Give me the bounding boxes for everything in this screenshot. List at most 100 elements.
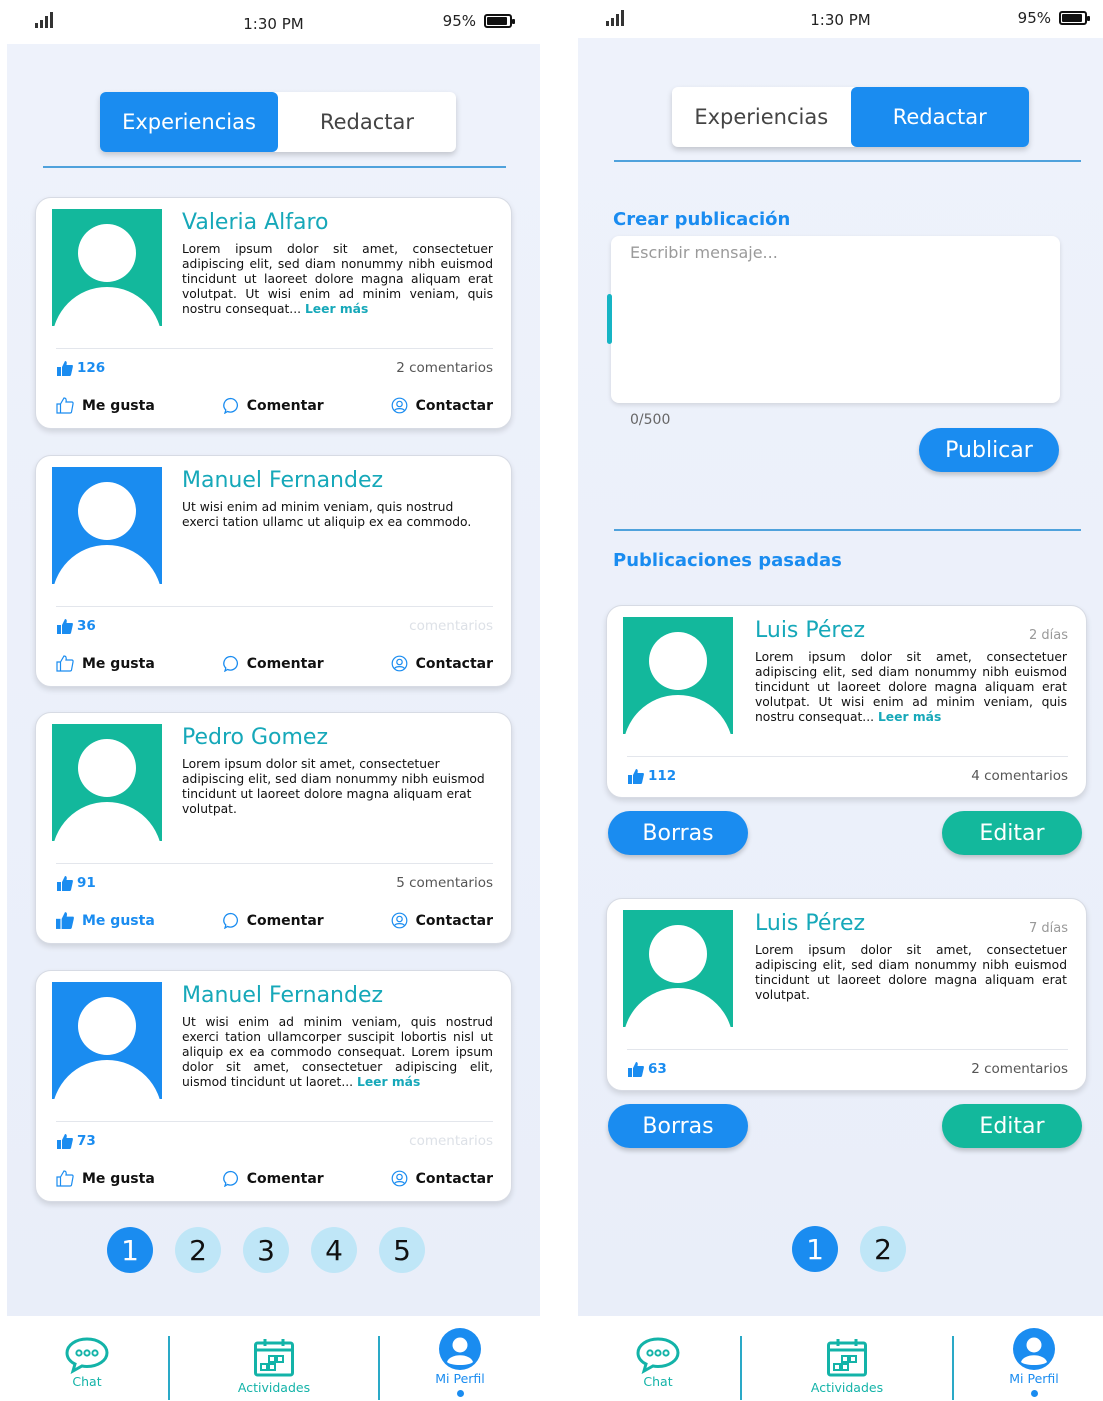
read-more-link[interactable]: Leer más (878, 710, 941, 724)
like-count: 126 (57, 360, 105, 376)
post-age: 2 días (1028, 628, 1068, 643)
like-button[interactable]: Me gusta (56, 397, 155, 414)
page-button[interactable]: 2 (860, 1226, 906, 1272)
chat-bubble-icon (636, 1337, 680, 1374)
comment-button[interactable]: Comentar (222, 397, 324, 414)
text-cursor (607, 294, 612, 344)
page-button[interactable]: 1 (792, 1226, 838, 1272)
page-button[interactable]: 5 (379, 1227, 425, 1273)
user-circle-icon (391, 912, 408, 929)
tab-redactar[interactable]: Redactar (278, 92, 456, 152)
main-content: Experiencias Redactar Valeria Alfaro Lor… (7, 44, 540, 1316)
past-post-card: Luis Pérez 7 días Lorem ipsum dolor sit … (606, 898, 1087, 1091)
like-button[interactable]: Me gusta (56, 655, 155, 672)
tab-redactar[interactable]: Redactar (850, 87, 1029, 147)
post-author: Manuel Fernandez (182, 983, 384, 1008)
like-count: 91 (57, 875, 96, 891)
tab-experiencias[interactable]: Experiencias (672, 87, 851, 147)
nav-profile-label: Mi Perfil (1009, 1371, 1059, 1386)
post-card: Valeria Alfaro Lorem ipsum dolor sit ame… (35, 197, 512, 429)
main-content: Experiencias Redactar Crear publicación … (578, 38, 1103, 1316)
nav-activities-label: Actividades (810, 1380, 884, 1395)
thumbs-up-icon (628, 768, 644, 784)
nav-activities[interactable]: Actividades (229, 1337, 319, 1395)
contact-button[interactable]: Contactar (391, 912, 493, 929)
nav-activities-label: Actividades (237, 1380, 311, 1395)
page-button[interactable]: 2 (175, 1227, 221, 1273)
comment-bubble-icon (222, 397, 238, 414)
char-counter: 0/500 (630, 412, 671, 428)
comment-bubble-icon (222, 1170, 238, 1187)
active-indicator (1030, 1390, 1038, 1397)
divider (614, 160, 1081, 162)
thumbs-up-icon (57, 1133, 73, 1149)
post-author: Manuel Fernandez (182, 468, 384, 493)
post-text: Lorem ipsum dolor sit amet, consectetuer… (182, 757, 485, 816)
like-count: 112 (628, 768, 676, 784)
past-posts-title: Publicaciones pasadas (613, 550, 842, 571)
publish-button[interactable]: Publicar (919, 428, 1059, 472)
divider (43, 166, 506, 168)
page-button[interactable]: 3 (243, 1227, 289, 1273)
comment-count: 2 comentarios (971, 1061, 1068, 1077)
thumbs-up-icon (57, 618, 73, 634)
thumbs-up-icon (57, 875, 73, 891)
thumbs-up-icon (628, 1061, 644, 1077)
nav-profile[interactable]: Mi Perfil (994, 1328, 1074, 1397)
calendar-icon (827, 1339, 867, 1377)
comment-button[interactable]: Comentar (222, 655, 324, 672)
user-circle-icon (391, 1170, 408, 1187)
nav-chat[interactable]: Chat (57, 1336, 117, 1389)
edit-button[interactable]: Editar (942, 1104, 1082, 1148)
comment-bubble-icon (222, 655, 238, 672)
user-circle-icon (391, 655, 408, 672)
active-indicator (456, 1390, 464, 1397)
edit-button[interactable]: Editar (942, 811, 1082, 855)
comment-count: 4 comentarios (971, 768, 1068, 784)
avatar (623, 910, 733, 1027)
post-author: Pedro Gomez (182, 725, 329, 750)
comment-bubble-icon (222, 912, 238, 929)
user-circle-icon (391, 397, 408, 414)
profile-avatar-icon (1013, 1328, 1055, 1370)
delete-button[interactable]: Borras (608, 811, 748, 855)
comment-button[interactable]: Comentar (222, 912, 324, 929)
like-count: 36 (57, 618, 96, 634)
comment-button[interactable]: Comentar (222, 1170, 324, 1187)
thumbs-up-outline-icon (56, 1170, 74, 1187)
battery-percent: 95% (442, 12, 476, 30)
page-button[interactable]: 4 (311, 1227, 357, 1273)
avatar (52, 724, 162, 841)
nav-chat[interactable]: Chat (628, 1336, 688, 1389)
nav-chat-label: Chat (72, 1374, 102, 1389)
calendar-icon (254, 1339, 294, 1377)
read-more-link[interactable]: Leer más (305, 302, 368, 316)
contact-button[interactable]: Contactar (391, 655, 493, 672)
page-button[interactable]: 1 (107, 1227, 153, 1273)
nav-profile-label: Mi Perfil (435, 1371, 485, 1386)
tab-experiencias[interactable]: Experiencias (100, 92, 278, 152)
post-text: Lorem ipsum dolor sit amet, consectetuer… (182, 242, 493, 316)
like-button[interactable]: Me gusta (56, 1170, 155, 1187)
thumbs-up-outline-icon (56, 655, 74, 672)
post-age: 7 días (1028, 921, 1068, 936)
chat-bubble-icon (65, 1337, 109, 1374)
contact-button[interactable]: Contactar (391, 1170, 493, 1187)
nav-chat-label: Chat (643, 1374, 673, 1389)
nav-activities[interactable]: Actividades (802, 1337, 892, 1395)
pagination: 1 2 (792, 1226, 906, 1272)
post-card: Pedro Gomez Lorem ipsum dolor sit amet, … (35, 712, 512, 944)
delete-button[interactable]: Borras (608, 1104, 748, 1148)
like-button[interactable]: Me gusta (56, 912, 155, 929)
nav-profile[interactable]: Mi Perfil (420, 1328, 500, 1397)
post-text: Ut wisi enim ad minim veniam, quis nostr… (182, 500, 472, 529)
read-more-link[interactable]: Leer más (357, 1075, 420, 1089)
battery-percent: 95% (1017, 9, 1051, 27)
comment-count: comentarios (409, 1133, 493, 1149)
status-bar: 1:30 PM 95% (7, 0, 540, 42)
profile-avatar-icon (439, 1328, 481, 1370)
contact-button[interactable]: Contactar (391, 397, 493, 414)
thumbs-up-outline-icon (56, 397, 74, 414)
message-input[interactable]: Escribir mensaje... (607, 236, 1060, 403)
battery-icon (1059, 11, 1090, 25)
